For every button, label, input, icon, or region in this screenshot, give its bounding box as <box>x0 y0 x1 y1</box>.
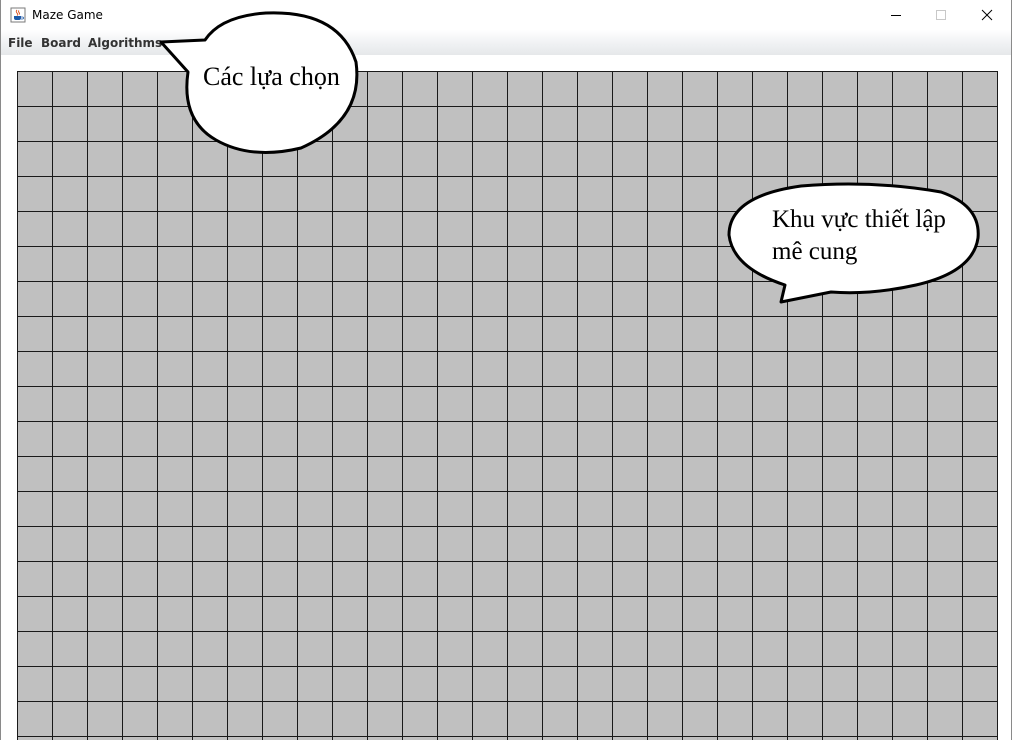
board-callout-text-line2: mê cung <box>772 238 858 265</box>
callout-bubbles <box>159 11 980 304</box>
maze-game-window: Maze Game File Board Algorithms Các lựa … <box>0 0 1012 740</box>
menu-callout-text: Các lựa chọn <box>203 62 340 91</box>
board-callout-text-line1: Khu vực thiết lập <box>772 206 946 233</box>
